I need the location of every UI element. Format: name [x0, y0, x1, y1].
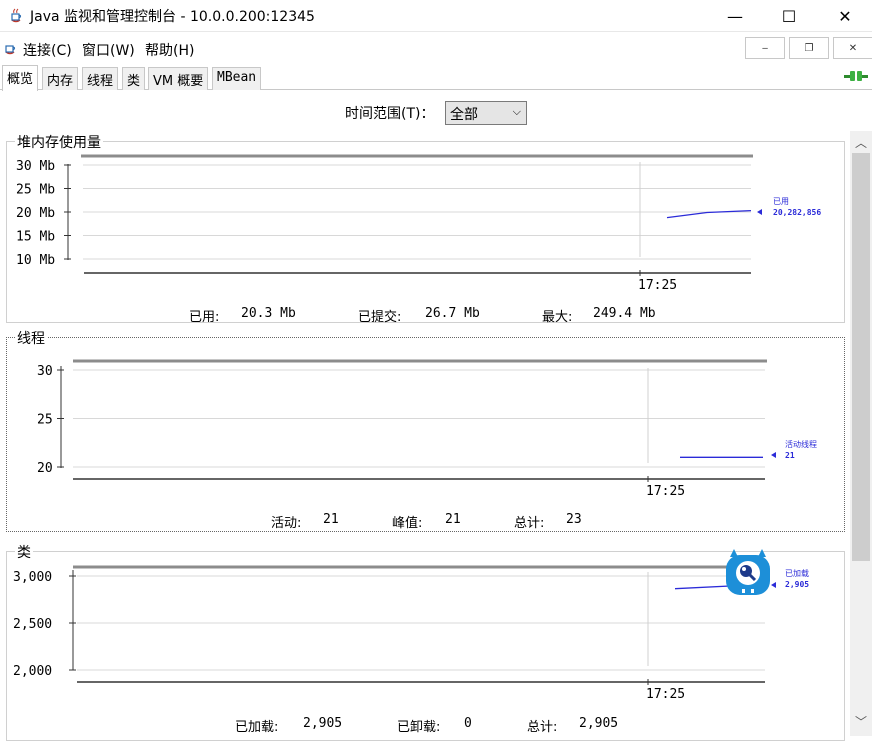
classes-legend-name: 已加载 — [785, 568, 809, 578]
heap-x-tick-label: 17:25 — [638, 278, 677, 293]
java-icon — [5, 45, 16, 55]
heap-panel: 堆内存使用量 17:25 已用 20,282,856 30 Mb 25 Mb 20 … — [6, 132, 845, 325]
classes-loaded-value: 2,905 — [303, 716, 343, 731]
vertical-scrollbar[interactable]: ︿ ﹀ — [850, 131, 872, 736]
threads-peak-value: 21 — [445, 512, 461, 527]
threads-y-tick-label: 25 — [37, 413, 53, 428]
classes-total-value: 2,905 — [579, 716, 619, 731]
maximize-button[interactable]: ☐ — [766, 0, 812, 32]
classes-y-tick-label: 2,500 — [13, 617, 52, 632]
threads-chart: 17:25 活动线程 21 30 25 20 — [37, 359, 817, 499]
heap-y-tick-label: 30 Mb — [16, 159, 55, 174]
overview-content: 时间范围(T)： 全部 ⌵ 堆内存使用量 17:25 已用 20,282,856… — [0, 91, 850, 741]
connection-status-icon — [844, 71, 868, 81]
threads-live-value: 21 — [323, 512, 339, 527]
scroll-up-icon[interactable]: ︿ — [850, 133, 872, 153]
heap-max-label: 最大: — [542, 310, 573, 325]
heap-y-tick-label: 20 Mb — [16, 206, 55, 221]
heap-y-tick-label: 10 Mb — [16, 253, 55, 268]
heap-committed-label: 已提交: — [358, 310, 402, 325]
threads-total-value: 23 — [566, 512, 582, 527]
classes-unloaded-label: 已卸载: — [397, 720, 441, 735]
heap-committed-value: 26.7 Mb — [425, 306, 480, 321]
classes-plot-area — [73, 567, 767, 682]
time-range-label: 时间范围(T)： — [345, 106, 435, 122]
classes-y-tick-label: 2,000 — [13, 664, 52, 679]
classes-unloaded-value: 0 — [464, 716, 472, 731]
classes-y-tick-label: 3,000 — [13, 570, 52, 585]
tab-mbean[interactable]: MBean — [212, 67, 262, 90]
heap-chart: 17:25 已用 20,282,856 30 Mb 25 Mb 20 Mb 15 Mb… — [16, 154, 821, 293]
threads-peak-label: 峰值: — [392, 516, 423, 531]
tab-threads[interactable]: 线程 — [82, 67, 119, 90]
heap-legend-pointer-icon — [757, 209, 762, 215]
threads-live-label: 活动: — [271, 516, 302, 531]
threads-plot-area — [73, 361, 767, 479]
classes-chart: 17:25 已加载 2,905 3,000 2,500 2,000 — [13, 565, 809, 702]
scrollbar-thumb[interactable] — [852, 153, 870, 561]
heap-used-value: 20.3 Mb — [241, 306, 296, 321]
heap-legend-name: 已用 — [773, 197, 789, 206]
minimize-button[interactable]: — — [712, 0, 758, 32]
time-range-select[interactable]: 全部 ⌵ — [445, 101, 527, 125]
window-title: Java 监视和管理控制台 - 10.0.0.200:12345 — [30, 9, 315, 25]
threads-total-label: 总计: — [514, 516, 545, 531]
classes-total-label: 总计: — [527, 720, 558, 735]
heap-max-value: 249.4 Mb — [593, 306, 656, 321]
menu-bar: 连接(C) 窗口(W) 帮助(H) — [0, 36, 872, 62]
heap-used-label: 已用: — [189, 310, 220, 325]
classes-x-tick-label: 17:25 — [646, 687, 685, 702]
heap-legend-value: 20,282,856 — [773, 208, 821, 217]
threads-legend-pointer-icon — [771, 452, 776, 458]
threads-legend-value: 21 — [785, 451, 795, 460]
heap-y-tick-label: 25 Mb — [16, 183, 55, 198]
tab-memory[interactable]: 内存 — [42, 67, 79, 90]
floating-assistant-icon[interactable] — [722, 547, 774, 599]
mdi-minimize-button[interactable]: ‒ — [745, 37, 785, 59]
mdi-restore-button[interactable]: ❐ — [789, 37, 829, 59]
heap-y-tick-label: 15 Mb — [16, 230, 55, 245]
threads-legend-name: 活动线程 — [785, 439, 817, 449]
tab-bar: 概览 内存 线程 类 VM 概要 MBean — [0, 64, 872, 91]
threads-panel: 线程 17:25 活动线程 21 30 25 20 活动: 21 峰值: 21 总计… — [6, 328, 845, 532]
tab-overview[interactable]: 概览 — [2, 65, 39, 91]
menu-connection[interactable]: 连接(C) — [23, 40, 72, 60]
menu-window[interactable]: 窗口(W) — [82, 40, 135, 60]
time-range-value: 全部 — [450, 107, 478, 123]
threads-y-tick-label: 20 — [37, 461, 53, 476]
scroll-down-icon[interactable]: ﹀ — [850, 712, 872, 732]
menu-help[interactable]: 帮助(H) — [145, 40, 194, 60]
tab-vm-summary[interactable]: VM 概要 — [148, 67, 209, 90]
classes-panel: 类 17:25 已加载 2,905 3,000 2,500 2,000 已加载: 2… — [6, 542, 845, 741]
java-icon — [11, 8, 22, 23]
heap-plot-area — [81, 156, 753, 273]
close-button[interactable]: ✕ — [822, 0, 868, 32]
tab-classes[interactable]: 类 — [122, 67, 146, 90]
title-bar: Java 监视和管理控制台 - 10.0.0.200:12345 — ☐ ✕ — [0, 0, 872, 32]
threads-x-tick-label: 17:25 — [646, 484, 685, 499]
mdi-close-button[interactable]: ✕ — [833, 37, 872, 59]
classes-legend-value: 2,905 — [785, 580, 809, 589]
threads-y-tick-label: 30 — [37, 364, 53, 379]
classes-loaded-label: 已加载: — [235, 720, 279, 735]
chevron-down-icon: ⌵ — [512, 105, 521, 118]
